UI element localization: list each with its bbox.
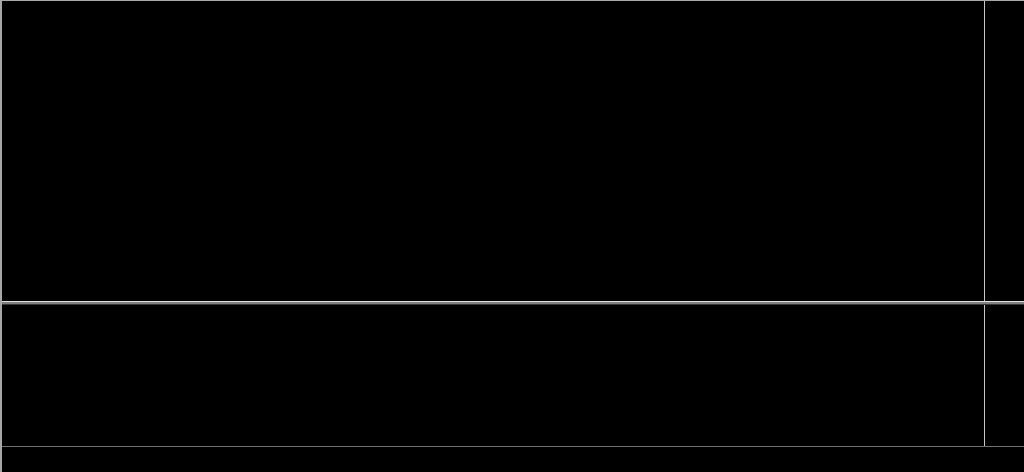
axis-separator-line	[984, 0, 985, 446]
price-axis[interactable]	[985, 0, 1024, 303]
indicator-subwindow-chart[interactable]	[0, 306, 985, 446]
chart-symbol-title	[8, 3, 18, 15]
mt4-chart-window	[0, 0, 1024, 472]
window-frame-left	[0, 0, 2, 472]
time-axis[interactable]	[0, 447, 1024, 472]
watermark	[5, 448, 7, 460]
main-price-chart[interactable]	[0, 0, 985, 303]
window-splitter[interactable]	[0, 301, 1024, 305]
window-frame-top	[0, 0, 1024, 1]
